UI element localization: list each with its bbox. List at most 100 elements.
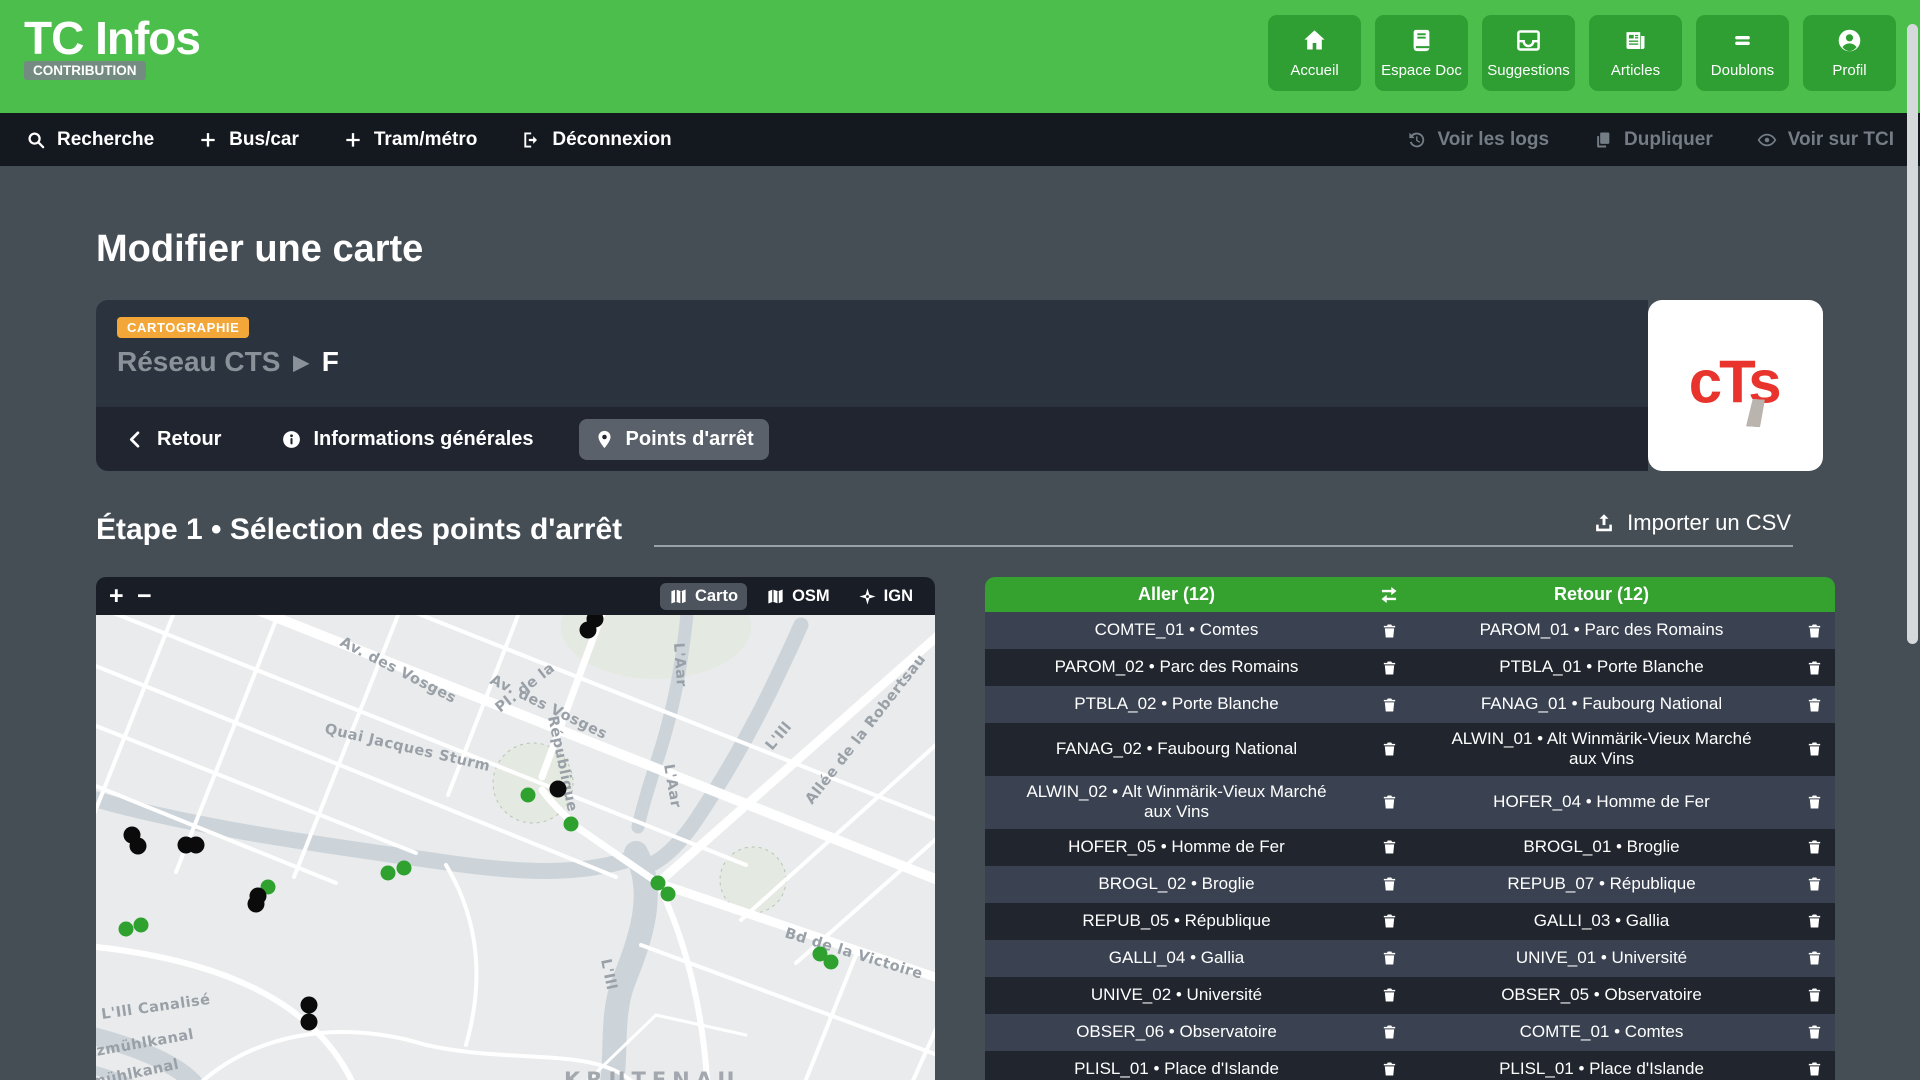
table-row: FANAG_02 • Faubourg National ALWIN_01 • … <box>985 723 1835 776</box>
newspaper-icon <box>1622 27 1649 54</box>
header-button-accueil[interactable]: Accueil <box>1268 15 1361 91</box>
header-button-profil[interactable]: Profil <box>1803 15 1896 91</box>
stop-marker-green[interactable] <box>119 922 134 937</box>
map-body[interactable]: Av. des VosgesAv. des VosgesQuai Jacques… <box>96 615 935 1080</box>
stop-marker-black[interactable] <box>130 838 147 855</box>
aller-stop: GALLI_04 • Gallia <box>985 942 1368 974</box>
header-button-suggestions[interactable]: Suggestions <box>1482 15 1575 91</box>
aller-stop: PTBLA_02 • Porte Blanche <box>985 688 1368 720</box>
cts-logo-text: cTs <box>1689 347 1779 416</box>
delete-retour-button[interactable] <box>1793 838 1835 856</box>
swap-directions-button[interactable] <box>1368 584 1410 606</box>
map-street-label: L'Ill <box>763 719 796 753</box>
map-zoom-in-button[interactable]: + <box>109 584 137 609</box>
line-card-header: CARTOGRAPHIE Réseau CTS ▶ F <box>96 300 1648 407</box>
trash-icon <box>1381 838 1398 856</box>
delete-aller-button[interactable] <box>1368 740 1410 758</box>
header-button-espace-doc[interactable]: Espace Doc <box>1375 15 1468 91</box>
stop-marker-black[interactable] <box>301 1014 318 1031</box>
map-layer-ign[interactable]: IGN <box>849 583 922 610</box>
table-row: BROGL_02 • Broglie REPUB_07 • République <box>985 866 1835 903</box>
delete-retour-button[interactable] <box>1793 912 1835 930</box>
table-row: PAROM_02 • Parc des Romains PTBLA_01 • P… <box>985 649 1835 686</box>
delete-aller-button[interactable] <box>1368 1023 1410 1041</box>
delete-retour-button[interactable] <box>1793 949 1835 967</box>
tab-points-d-arret[interactable]: Points d'arrêt <box>579 419 769 460</box>
retour-stop: HOFER_04 • Homme de Fer <box>1410 786 1793 818</box>
nav-item-bus-car[interactable]: Bus/car <box>198 129 299 151</box>
delete-retour-button[interactable] <box>1793 793 1835 811</box>
page-scrollbar[interactable] <box>1906 0 1920 1080</box>
stop-marker-black[interactable] <box>550 781 567 798</box>
aller-stop: REPUB_05 • République <box>985 905 1368 937</box>
map-zoom-out-button[interactable]: − <box>137 584 165 609</box>
delete-aller-button[interactable] <box>1368 1060 1410 1078</box>
trash-icon <box>1806 659 1823 677</box>
header-button-label: Profil <box>1832 62 1866 79</box>
map-layer-carto[interactable]: Carto <box>660 583 747 610</box>
delete-aller-button[interactable] <box>1368 949 1410 967</box>
trash-icon <box>1381 659 1398 677</box>
import-csv-button[interactable]: Importer un CSV <box>1593 510 1793 545</box>
page-scrollbar-thumb[interactable] <box>1907 24 1918 644</box>
stop-marker-green[interactable] <box>134 918 149 933</box>
header-button-label: Articles <box>1611 62 1660 79</box>
trash-icon <box>1381 622 1398 640</box>
step-header: Étape 1 • Sélection des points d'arrêt I… <box>96 510 1793 547</box>
stop-marker-black[interactable] <box>580 622 597 639</box>
nav-item-tram-metro[interactable]: Tram/métro <box>343 129 477 151</box>
cartographie-badge: CARTOGRAPHIE <box>117 317 249 338</box>
delete-aller-button[interactable] <box>1368 793 1410 811</box>
stop-marker-green[interactable] <box>521 788 536 803</box>
brand[interactable]: TC Infos CONTRIBUTION <box>24 0 200 113</box>
delete-aller-button[interactable] <box>1368 696 1410 714</box>
tab-informations-generales[interactable]: Informations générales <box>266 419 548 460</box>
delete-aller-button[interactable] <box>1368 622 1410 640</box>
delete-retour-button[interactable] <box>1793 659 1835 677</box>
nav-item-dupliquer[interactable]: Dupliquer <box>1593 129 1713 151</box>
trash-icon <box>1806 740 1823 758</box>
stop-marker-green[interactable] <box>824 955 839 970</box>
delete-retour-button[interactable] <box>1793 740 1835 758</box>
delete-retour-button[interactable] <box>1793 696 1835 714</box>
main-content: Modifier une carte CARTOGRAPHIE Réseau C… <box>0 228 1920 1080</box>
delete-aller-button[interactable] <box>1368 986 1410 1004</box>
trash-icon <box>1381 793 1398 811</box>
stop-marker-black[interactable] <box>248 896 265 913</box>
header-nav-buttons: Accueil Espace Doc Suggestions Articles … <box>1268 0 1896 113</box>
delete-retour-button[interactable] <box>1793 1023 1835 1041</box>
delete-retour-button[interactable] <box>1793 1060 1835 1078</box>
plus-icon <box>198 130 218 150</box>
delete-aller-button[interactable] <box>1368 659 1410 677</box>
delete-retour-button[interactable] <box>1793 986 1835 1004</box>
map-street-label: Av. des Vosges <box>337 634 459 707</box>
nav-item-recherche[interactable]: Recherche <box>26 129 154 151</box>
delete-retour-button[interactable] <box>1793 622 1835 640</box>
nav-item-deconnexion[interactable]: Déconnexion <box>521 129 671 151</box>
map-canvas[interactable]: Av. des VosgesAv. des VosgesQuai Jacques… <box>96 615 935 1080</box>
delete-aller-button[interactable] <box>1368 838 1410 856</box>
nav-item-voir-sur-tci[interactable]: Voir sur TCI <box>1757 129 1894 151</box>
retour-stop: COMTE_01 • Comtes <box>1410 1016 1793 1048</box>
stop-marker-green[interactable] <box>661 887 676 902</box>
stop-marker-green[interactable] <box>397 861 412 876</box>
stop-marker-green[interactable] <box>381 866 396 881</box>
map-street-label: L'Aar <box>660 763 684 810</box>
eye-icon <box>1757 130 1777 150</box>
header-button-articles[interactable]: Articles <box>1589 15 1682 91</box>
tab-retour[interactable]: Retour <box>110 419 236 460</box>
header-button-doublons[interactable]: Doublons <box>1696 15 1789 91</box>
trash-icon <box>1381 949 1398 967</box>
delete-aller-button[interactable] <box>1368 912 1410 930</box>
stop-marker-black[interactable] <box>188 837 205 854</box>
trash-icon <box>1806 875 1823 893</box>
breadcrumb-network[interactable]: Réseau CTS <box>117 346 280 378</box>
nav-item-voir-les-logs[interactable]: Voir les logs <box>1406 129 1549 151</box>
delete-aller-button[interactable] <box>1368 875 1410 893</box>
street <box>446 865 476 1045</box>
map-layer-osm[interactable]: OSM <box>757 583 839 610</box>
map-icon <box>669 587 688 606</box>
stop-marker-black[interactable] <box>301 997 318 1014</box>
delete-retour-button[interactable] <box>1793 875 1835 893</box>
stop-marker-green[interactable] <box>564 817 579 832</box>
